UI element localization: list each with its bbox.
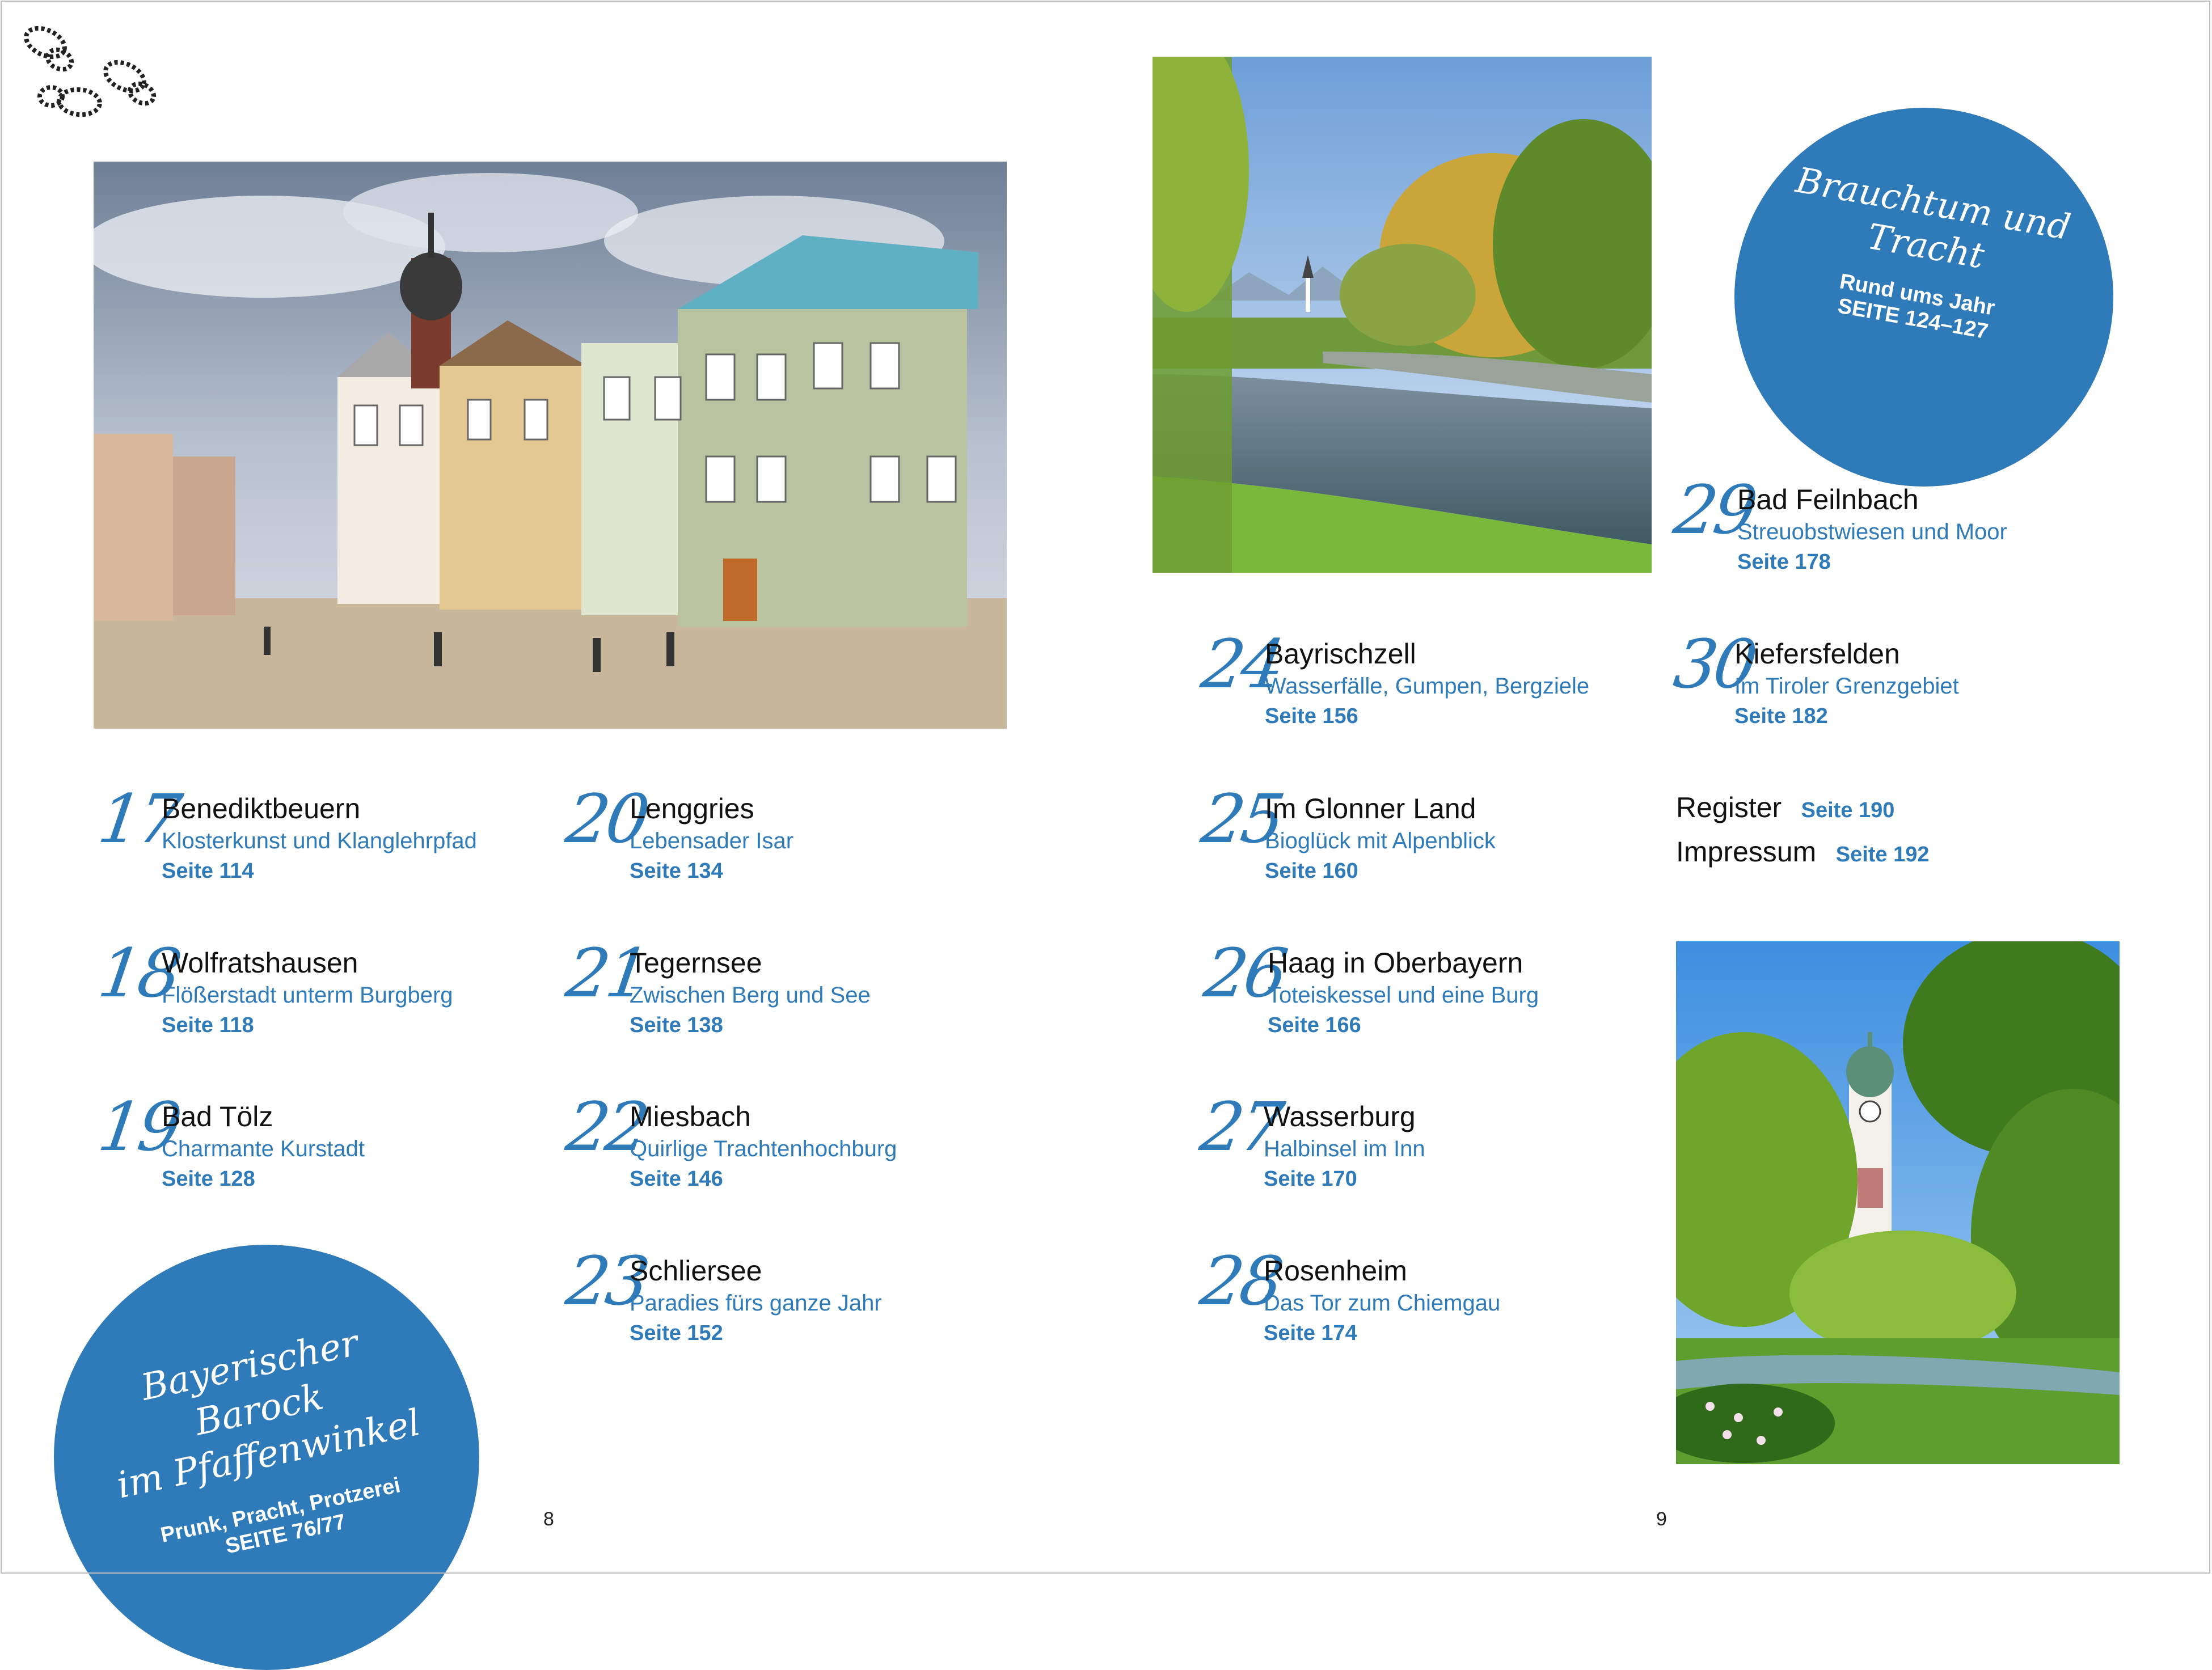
entry-page: Seite 156 [1265, 704, 1358, 728]
entry-page: Seite 146 [630, 1167, 723, 1191]
page-number-left: 8 [543, 1508, 554, 1530]
entry-page: Seite 138 [630, 1013, 723, 1037]
entry-title: Lenggries [630, 793, 754, 825]
entry-title: Haag in Oberbayern [1268, 947, 1523, 979]
entry-page: Seite 152 [630, 1321, 723, 1345]
entry-subtitle: Im Tiroler Grenzgebiet [1734, 674, 1959, 699]
photo-old-town-street [94, 162, 1007, 729]
left-page: 17 Benediktbeuern Klosterkunst und Klang… [0, 0, 1106, 1670]
feature-circle-barock[interactable]: Bayerischer Barock im Pfaffenwinkel Prun… [54, 1245, 479, 1670]
impressum-label: Impressum [1676, 836, 1817, 868]
register-page: Seite 190 [1801, 798, 1895, 822]
entry-subtitle: Streuobstwiesen und Moor [1737, 519, 2007, 544]
register-label: Register [1676, 792, 1782, 823]
entry-subtitle: Halbinsel im Inn [1264, 1136, 1425, 1161]
entry-page: Seite 174 [1264, 1321, 1357, 1345]
entry-subtitle: Paradies fürs ganze Jahr [630, 1291, 882, 1316]
entry-title: Tegernsee [630, 947, 762, 979]
entry-title: Miesbach [630, 1101, 751, 1132]
photo-church-park [1676, 941, 2120, 1464]
entry-title: Rosenheim [1264, 1255, 1407, 1287]
entry-title: Schliersee [630, 1255, 762, 1287]
entry-title: Im Glonner Land [1265, 793, 1476, 825]
photo-river [1153, 57, 1652, 573]
entry-subtitle: Charmante Kurstadt [162, 1136, 365, 1161]
entry-page: Seite 170 [1264, 1167, 1357, 1191]
entry-page: Seite 166 [1268, 1013, 1361, 1037]
entry-page: Seite 128 [162, 1167, 255, 1191]
entry-title: Benediktbeuern [162, 793, 361, 825]
entry-title: Kiefersfelden [1734, 638, 1900, 670]
entry-subtitle: Flößerstadt unterm Burgberg [162, 983, 453, 1008]
entry-subtitle: Bioglück mit Alpenblick [1265, 828, 1496, 853]
entry-subtitle: Lebensader Isar [630, 828, 794, 853]
entry-page: Seite 134 [630, 859, 723, 883]
entry-subtitle: Wasserfälle, Gumpen, Bergziele [1265, 674, 1590, 699]
entry-subtitle: Zwischen Berg und See [630, 983, 871, 1008]
impressum-link[interactable]: Impressum Seite 192 [1676, 835, 1930, 868]
entry-title: Bad Tölz [162, 1101, 273, 1132]
register-link[interactable]: Register Seite 190 [1676, 791, 1894, 824]
entry-title: Bayrischzell [1265, 638, 1416, 670]
footprints-icon [11, 11, 181, 125]
entry-title: Wasserburg [1264, 1101, 1416, 1132]
right-page: Brauchtum und Tracht Rund ums Jahr SEITE… [1106, 0, 2212, 1575]
entry-subtitle: Toteiskessel und eine Burg [1268, 983, 1539, 1008]
entry-page: Seite 118 [162, 1013, 254, 1037]
entry-subtitle: Das Tor zum Chiemgau [1264, 1291, 1501, 1316]
entry-page: Seite 160 [1265, 859, 1358, 883]
impressum-page: Seite 192 [1835, 843, 1930, 866]
page-number-right: 9 [1656, 1508, 1667, 1530]
entry-page: Seite 178 [1737, 550, 1831, 574]
entry-title: Bad Feilnbach [1737, 484, 1919, 515]
entry-subtitle: Quirlige Trachtenhochburg [630, 1136, 897, 1161]
feature-circle-brauchtum[interactable]: Brauchtum und Tracht Rund ums Jahr SEITE… [1734, 108, 2113, 487]
entry-page: Seite 182 [1734, 704, 1828, 728]
entry-page: Seite 114 [162, 859, 254, 883]
entry-title: Wolfratshausen [162, 947, 358, 979]
entry-subtitle: Klosterkunst und Klanglehrpfad [162, 828, 477, 853]
